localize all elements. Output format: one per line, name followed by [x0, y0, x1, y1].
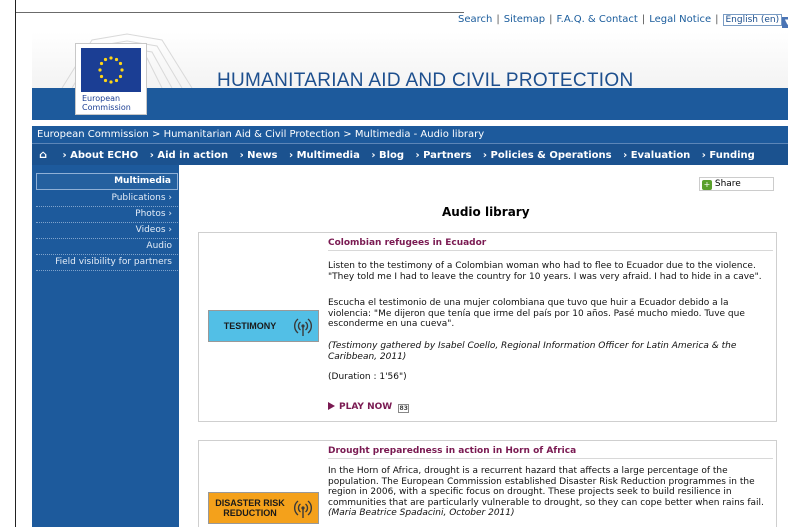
nav-item-partners[interactable]: › Partners — [416, 150, 472, 161]
logo-text-line-1: European — [82, 94, 121, 103]
share-button[interactable]: + Share — [699, 177, 774, 191]
nav-item-about-echo[interactable]: › About ECHO — [62, 150, 138, 161]
site-title: HUMANITARIAN AID AND CIVIL PROTECTION — [217, 70, 634, 91]
sidebar-item-audio[interactable]: Audio — [36, 239, 178, 255]
description-credit: (Maria Beatrice Spadacini, October 2011) — [328, 508, 515, 518]
duration-text: (Duration : 1'56") — [328, 372, 407, 382]
nav-item-evaluation[interactable]: › Evaluation — [623, 150, 690, 161]
testimony-credit: (Testimony gathered by Isabel Coello, Re… — [328, 341, 737, 362]
nav-item-multimedia[interactable]: › Multimedia — [289, 150, 360, 161]
sidebar-item-publications[interactable]: Publications › — [36, 191, 178, 207]
description-english: In the Horn of Africa, drought is a recu… — [328, 466, 773, 519]
breadcrumb[interactable]: European Commission > Humanitarian Aid &… — [32, 126, 788, 143]
nav-item-funding[interactable]: › Funding — [702, 150, 755, 161]
nav-item-news[interactable]: › News — [240, 150, 278, 161]
share-label: Share — [714, 179, 741, 189]
legal-notice-link[interactable]: Legal Notice — [649, 14, 711, 25]
main-navigation: ⌂ › About ECHO › Aid in action › News › … — [32, 143, 788, 165]
chevron-down-icon[interactable]: ▼ — [782, 17, 788, 28]
play-icon — [328, 402, 335, 410]
testimony-badge[interactable]: TESTIMONY — [208, 310, 319, 342]
audio-item-title[interactable]: Colombian refugees in Ecuador — [328, 238, 486, 248]
sidebar-item-photos[interactable]: Photos › — [36, 207, 178, 223]
title-divider — [328, 458, 773, 459]
title-divider — [328, 250, 773, 251]
sitemap-link[interactable]: Sitemap — [504, 14, 545, 25]
play-now-label: PLAY NOW — [339, 402, 393, 412]
sidebar-title[interactable]: Multimedia — [36, 173, 178, 190]
audio-item-card: TESTIMONY Colombian refugees in Ecuador … — [198, 232, 777, 422]
sidebar: Multimedia Publications › Photos › Video… — [32, 165, 179, 527]
european-commission-logo[interactable]: European Commission — [75, 43, 147, 115]
eu-flag-icon — [81, 48, 141, 92]
description-text: In the Horn of Africa, drought is a recu… — [328, 466, 764, 508]
nav-item-aid-in-action[interactable]: › Aid in action — [150, 150, 228, 161]
audio-item-title[interactable]: Drought preparedness in action in Horn o… — [328, 446, 576, 456]
top-divider — [16, 12, 464, 13]
utility-links: Search | Sitemap | F.A.Q. & Contact | Legal No… — [458, 14, 788, 28]
page-left-border — [15, 0, 16, 527]
sidebar-item-videos[interactable]: Videos › — [36, 223, 178, 239]
description-english: Listen to the testimony of a Colombian w… — [328, 261, 762, 282]
nav-item-blog[interactable]: › Blog — [371, 150, 404, 161]
audio-file-icon[interactable]: 83 — [398, 404, 410, 413]
badge-label: DISASTER RISK REDUCTION — [215, 493, 285, 523]
play-now-button[interactable]: PLAY NOW 83 — [328, 402, 410, 413]
logo-text-line-2: Commission — [82, 103, 131, 112]
logo-text: European Commission — [82, 94, 144, 112]
badge-label: TESTIMONY — [223, 321, 277, 331]
description-spanish: Escucha el testimonio de una mujer colom… — [328, 298, 745, 329]
home-icon[interactable]: ⌂ — [35, 144, 51, 166]
disaster-risk-reduction-badge[interactable]: DISASTER RISK REDUCTION — [208, 492, 319, 524]
site-header: European Commission HUMANITARIAN AID AND… — [32, 32, 788, 120]
page-title: Audio library — [442, 205, 530, 219]
sidebar-item-field-visibility[interactable]: Field visibility for partners — [36, 255, 178, 271]
nav-item-policies-operations[interactable]: › Policies & Operations — [483, 150, 612, 161]
audio-item-card: DISASTER RISK REDUCTION Drought prepared… — [198, 440, 777, 527]
language-select-value: English (en) — [725, 15, 780, 25]
badge-label-line-1: DISASTER RISK — [215, 498, 285, 508]
broadcast-icon — [294, 500, 312, 518]
share-icon: + — [702, 180, 712, 190]
language-select[interactable]: English (en) — [722, 14, 783, 26]
search-link[interactable]: Search — [458, 14, 492, 25]
badge-label-line-2: REDUCTION — [223, 508, 277, 518]
broadcast-icon — [294, 318, 312, 336]
faq-contact-link[interactable]: F.A.Q. & Contact — [557, 14, 638, 25]
